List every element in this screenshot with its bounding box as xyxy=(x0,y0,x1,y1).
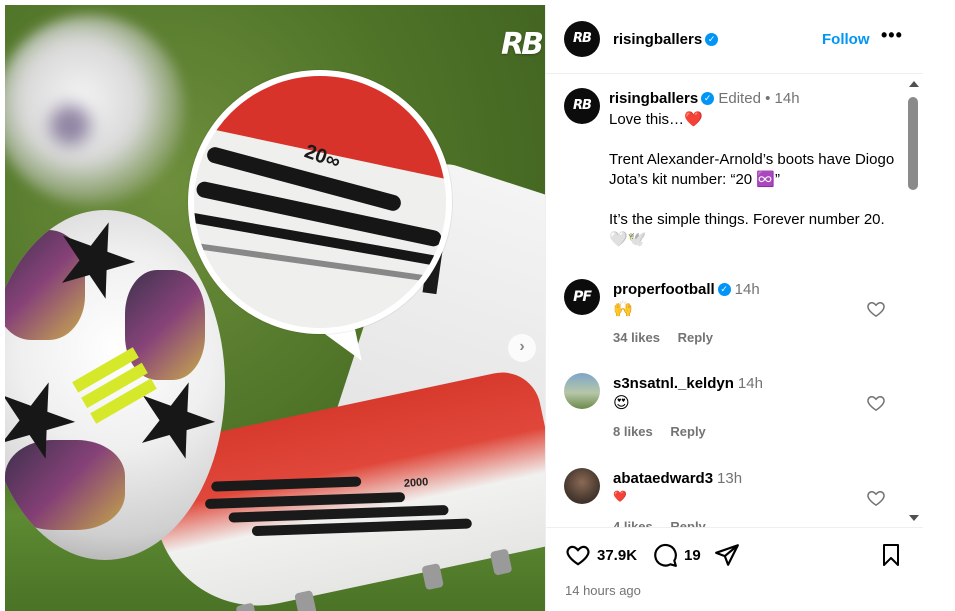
comment-time: 14h xyxy=(737,375,763,392)
comment-username[interactable]: properfootball xyxy=(613,281,715,298)
post-actions-bar: 37.9K 19 14 hours ago xyxy=(546,527,923,611)
comments-scroll-area[interactable]: RB risingballers ✓ Edited • 14h Love this… xyxy=(546,75,923,527)
zoomed-detail-circle: 20∞ xyxy=(188,70,452,334)
blurred-background-ball xyxy=(5,15,185,205)
chevron-right-icon: › xyxy=(519,338,525,355)
reply-button[interactable]: Reply xyxy=(678,330,713,345)
comment-meta: 4 likes Reply xyxy=(613,519,720,527)
scroll-down-arrow-icon[interactable] xyxy=(909,515,919,521)
edited-label: Edited xyxy=(718,90,761,107)
caption-text: Love this…❤️ Trent Alexander-Arnold’s bo… xyxy=(609,110,899,270)
comment-likes[interactable]: 8 likes xyxy=(613,424,653,439)
scrollbar[interactable] xyxy=(904,75,922,527)
heart-icon[interactable] xyxy=(866,393,886,413)
caption-time: 14h xyxy=(774,90,800,107)
comment-header: properfootball ✓ 14h xyxy=(613,281,760,298)
verified-badge-icon: ✓ xyxy=(705,32,719,46)
more-options-icon[interactable]: ••• xyxy=(881,25,903,46)
boot-number-text: 2000 xyxy=(403,476,429,490)
post-header: RB risingballers ✓ Follow ••• xyxy=(546,5,923,74)
comment-icon xyxy=(654,543,677,567)
next-image-button[interactable]: › xyxy=(508,334,536,362)
comment-username[interactable]: s3nsatnl._keldyn xyxy=(613,375,734,392)
comment-likes[interactable]: 4 likes xyxy=(613,519,653,527)
post-image[interactable]: 2000 20∞ RB › xyxy=(5,5,545,611)
likes-count[interactable]: 37.9K xyxy=(597,547,637,564)
verified-badge-icon: ✓ xyxy=(701,91,715,105)
caption-avatar[interactable]: RB xyxy=(564,88,600,124)
follow-button[interactable]: Follow xyxy=(822,31,870,48)
heart-icon xyxy=(566,545,590,566)
comment-avatar[interactable] xyxy=(564,468,600,504)
share-button[interactable] xyxy=(714,542,746,568)
reply-button[interactable]: Reply xyxy=(670,424,705,439)
author-username[interactable]: risingballers ✓ xyxy=(613,31,719,48)
post-details-panel: RB risingballers ✓ Follow ••• RB risingba… xyxy=(545,5,923,611)
share-icon xyxy=(715,544,739,566)
post-time-ago: 14 hours ago xyxy=(565,583,641,598)
brand-logo: RB xyxy=(501,27,544,62)
like-button[interactable]: 37.9K xyxy=(565,542,637,568)
comment-header: abataedward3 13h xyxy=(613,470,742,487)
verified-badge-icon: ✓ xyxy=(717,282,731,296)
comment-meta: 8 likes Reply xyxy=(613,424,720,439)
caption-line: Trent Alexander-Arnold’s boots have Diog… xyxy=(609,151,895,188)
comment-button[interactable]: 19 xyxy=(652,542,701,568)
comment-likes[interactable]: 34 likes xyxy=(613,330,660,345)
comment-time: 13h xyxy=(717,470,743,487)
comment-body: 🙌 xyxy=(613,301,633,318)
scroll-up-arrow-icon[interactable] xyxy=(909,81,919,87)
comment-avatar[interactable] xyxy=(564,373,600,409)
caption-header: risingballers ✓ Edited • 14h xyxy=(609,90,800,107)
caption-line: Love this…❤️ xyxy=(609,111,703,128)
heart-icon[interactable] xyxy=(866,299,886,319)
caption-username[interactable]: risingballers xyxy=(609,90,698,107)
comments-count[interactable]: 19 xyxy=(684,547,701,564)
meta-separator: • xyxy=(765,90,771,107)
comment-header: s3nsatnl._keldyn 14h xyxy=(613,375,763,392)
comment-username[interactable]: abataedward3 xyxy=(613,470,713,487)
caption-line: It’s the simple things. Forever number 2… xyxy=(609,211,885,248)
comment-avatar[interactable]: PF xyxy=(564,279,600,315)
scrollbar-thumb[interactable] xyxy=(908,97,918,190)
comment-body: 😍 xyxy=(613,395,630,412)
heart-icon[interactable] xyxy=(866,488,886,508)
author-username-text[interactable]: risingballers xyxy=(613,31,702,48)
save-button[interactable] xyxy=(879,542,909,568)
comment-time: 14h xyxy=(734,281,760,298)
author-avatar[interactable]: RB xyxy=(564,21,600,57)
reply-button[interactable]: Reply xyxy=(670,519,705,527)
bookmark-icon xyxy=(883,544,899,566)
comment-body: ❤️ xyxy=(613,491,627,503)
comment-meta: 34 likes Reply xyxy=(613,330,727,345)
